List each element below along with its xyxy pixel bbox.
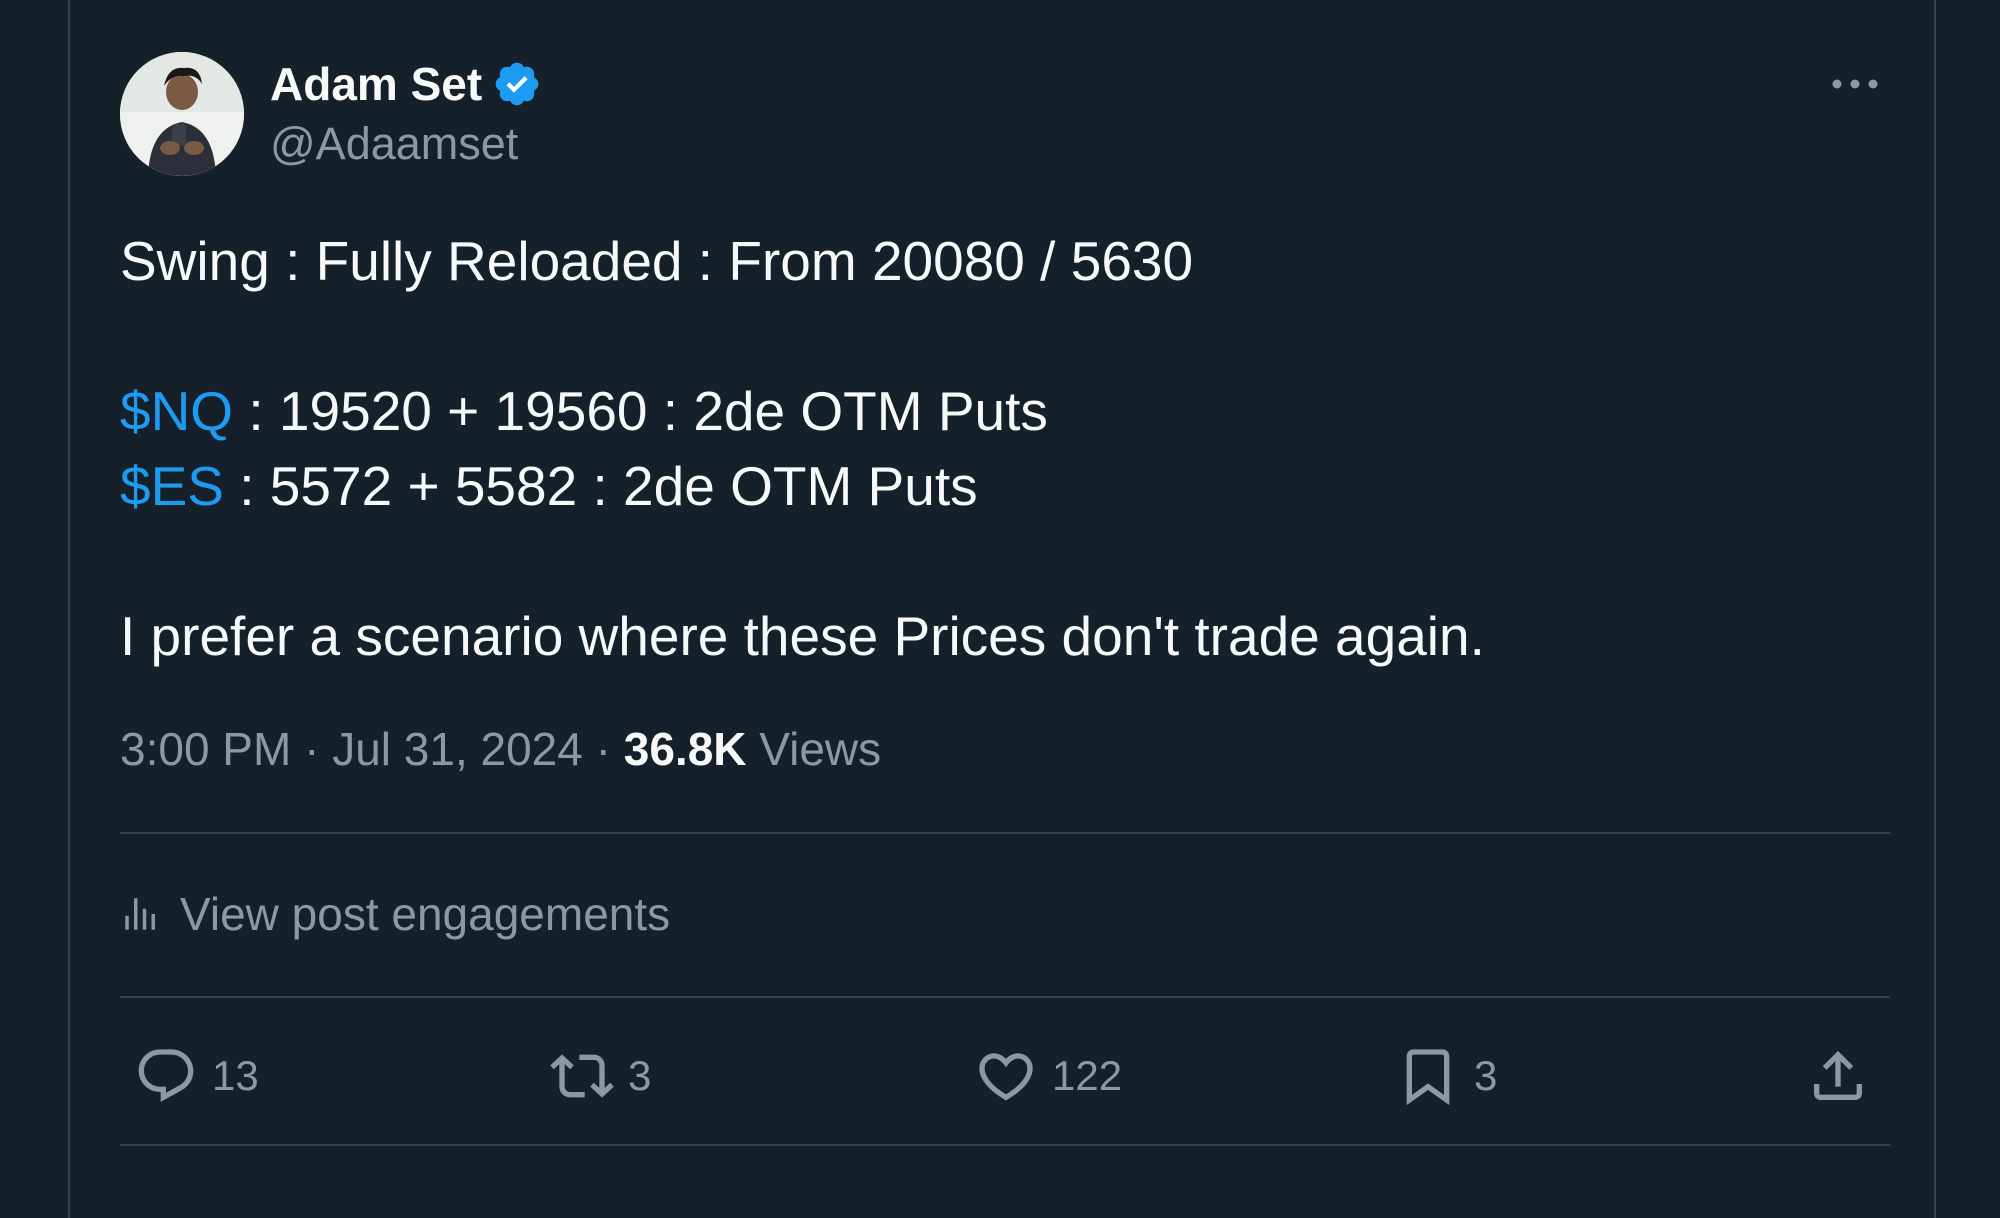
- bookmark-button[interactable]: 3: [1396, 1036, 1497, 1116]
- avatar[interactable]: [120, 52, 244, 176]
- post-text: Swing : Fully Reloaded : From 20080 / 56…: [120, 224, 1860, 674]
- action-bar: 13 3 122 3: [120, 1036, 1890, 1116]
- more-icon: [1832, 79, 1878, 89]
- bookmark-count: 3: [1474, 1052, 1498, 1099]
- reply-count: 13: [212, 1052, 259, 1099]
- reply-icon: [138, 1049, 194, 1102]
- share-button[interactable]: [1806, 1036, 1884, 1116]
- views-count: 36.8K: [623, 723, 747, 775]
- post-meta: 3:00 PM · Jul 31, 2024 · 36.8K Views: [120, 722, 881, 776]
- divider: [120, 996, 1890, 998]
- post-text-fragment: : 5572 + 5582 : 2de OTM Puts: [223, 455, 978, 517]
- views-label: Views: [759, 723, 882, 775]
- meta-separator: ·: [304, 723, 320, 775]
- author-handle[interactable]: @Adaamset: [270, 118, 518, 170]
- author-display-name[interactable]: Adam Set: [270, 57, 482, 111]
- post-text-line: I prefer a scenario where these Prices d…: [120, 605, 1485, 667]
- avatar-image: [120, 52, 244, 176]
- post-time[interactable]: 3:00 PM: [120, 723, 291, 775]
- post: Adam Set @Adaamset Swing : Fully Reloade…: [120, 0, 1890, 1218]
- cashtag-nq-link[interactable]: $NQ: [120, 380, 233, 442]
- repost-icon: [550, 1054, 614, 1098]
- post-text-line: Swing : Fully Reloaded : From 20080 / 56…: [120, 230, 1194, 292]
- reply-button[interactable]: 13: [134, 1036, 259, 1116]
- divider: [120, 832, 1890, 834]
- repost-count: 3: [628, 1052, 652, 1099]
- timeline-column: Adam Set @Adaamset Swing : Fully Reloade…: [68, 0, 1936, 1218]
- meta-separator: ·: [595, 723, 611, 775]
- author-name-row[interactable]: Adam Set: [270, 56, 542, 112]
- repost-button[interactable]: 3: [550, 1036, 651, 1116]
- share-icon: [1814, 1050, 1862, 1100]
- post-text-line: $NQ : 19520 + 19560 : 2de OTM Puts: [120, 374, 1860, 449]
- cashtag-es-link[interactable]: $ES: [120, 455, 224, 517]
- analytics-icon: [125, 898, 155, 930]
- like-count: 122: [1052, 1052, 1123, 1099]
- more-button[interactable]: [1820, 62, 1890, 106]
- post-text-fragment: : 19520 + 19560 : 2de OTM Puts: [233, 380, 1048, 442]
- post-date[interactable]: Jul 31, 2024: [332, 723, 583, 775]
- view-engagements-label[interactable]: View post engagements: [180, 887, 670, 941]
- divider: [120, 1144, 1890, 1146]
- post-text-line: $ES : 5572 + 5582 : 2de OTM Puts: [120, 449, 1860, 524]
- like-button[interactable]: 122: [974, 1036, 1122, 1116]
- view-engagements-button[interactable]: View post engagements: [120, 884, 670, 944]
- verified-badge-icon: [495, 62, 539, 106]
- bookmark-icon: [1406, 1049, 1450, 1106]
- like-icon: [979, 1053, 1033, 1101]
